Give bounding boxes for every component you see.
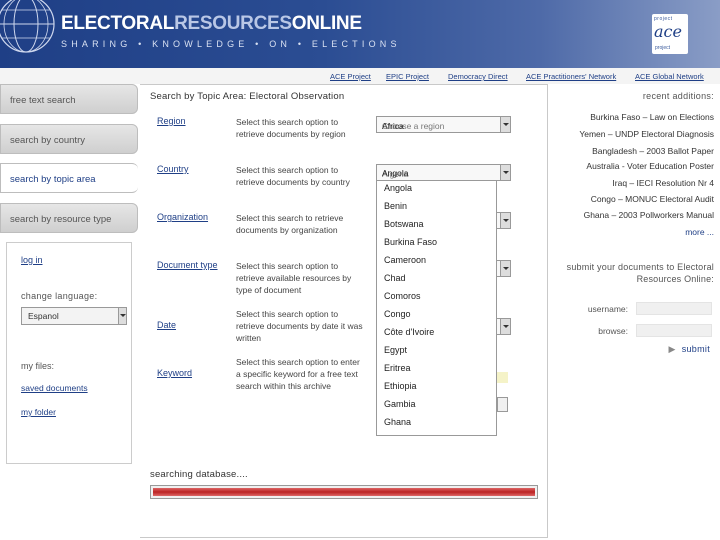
country-select-overlay: Angola bbox=[382, 168, 409, 178]
chevron-down-icon[interactable] bbox=[118, 308, 126, 324]
tab-label: free text search bbox=[10, 95, 76, 106]
search-progress-bar bbox=[150, 485, 538, 499]
change-language-label: change language: bbox=[21, 291, 98, 301]
recent-item[interactable]: Burkina Faso – Law on Elections bbox=[590, 112, 714, 122]
recent-item[interactable]: Congo – MONUC Electoral Audit bbox=[591, 194, 714, 204]
region-select-overlay: Africa bbox=[382, 121, 404, 131]
country-description: Select this search option to retrieve do… bbox=[236, 165, 350, 187]
document-type-link[interactable]: Document type bbox=[157, 260, 218, 270]
tab-search-by-resource-type[interactable]: search by resource type bbox=[0, 203, 138, 233]
browse-input[interactable] bbox=[636, 324, 712, 337]
region-description: Select this search option to retrieve do… bbox=[236, 117, 346, 139]
logo-text-main: ace bbox=[654, 22, 682, 41]
keyword-highlight bbox=[497, 372, 508, 383]
region-link[interactable]: Region bbox=[157, 116, 186, 126]
date-description: Select this search option to retrieve do… bbox=[236, 309, 363, 343]
tab-label: search by country bbox=[10, 135, 85, 146]
saved-documents-link[interactable]: saved documents bbox=[21, 383, 88, 393]
keyword-description: Select this search option to enter a spe… bbox=[236, 357, 360, 391]
search-row-region: Region Select this search option to retr… bbox=[140, 116, 548, 164]
tab-search-by-topic-area[interactable]: search by topic area bbox=[0, 163, 138, 193]
dropdown-option[interactable]: Eritrea bbox=[384, 363, 411, 373]
dropdown-option[interactable]: Angola bbox=[384, 183, 412, 193]
link-democracy-direct[interactable]: Democracy Direct bbox=[448, 72, 508, 81]
recent-item[interactable]: Bangladesh – 2003 Ballot Paper bbox=[592, 146, 714, 156]
page-title: Search by Topic Area: Electoral Observat… bbox=[150, 91, 345, 102]
recent-item[interactable]: Iraq – IECI Resolution Nr 4 bbox=[612, 178, 714, 188]
brand-part1: ELECTORAL bbox=[61, 13, 175, 34]
date-link[interactable]: Date bbox=[157, 320, 176, 330]
recent-item[interactable]: Ghana – 2003 Pollworkers Manual bbox=[584, 210, 714, 220]
organization-link[interactable]: Organization bbox=[157, 212, 208, 222]
dropdown-option[interactable]: Chad bbox=[384, 273, 406, 283]
tab-free-text-search[interactable]: free text search bbox=[0, 84, 138, 114]
right-column: recent additions: Burkina Faso – Law on … bbox=[548, 84, 720, 540]
login-link[interactable]: log in bbox=[21, 255, 43, 265]
recent-item[interactable]: Australia - Voter Education Poster bbox=[586, 161, 714, 171]
brand-part3: ONLINE bbox=[291, 13, 362, 34]
more-link[interactable]: more ... bbox=[685, 227, 714, 237]
country-dropdown-list: Angola Benin Botswana Burkina Faso Camer… bbox=[376, 180, 497, 436]
top-links-bar: ACE Project EPIC Project Democracy Direc… bbox=[0, 68, 720, 84]
document-type-description: Select this search option to retrieve av… bbox=[236, 261, 352, 295]
chevron-down-icon[interactable] bbox=[500, 165, 510, 180]
tab-search-by-country[interactable]: search by country bbox=[0, 124, 138, 154]
dropdown-option[interactable]: Congo bbox=[384, 309, 411, 319]
chevron-down-icon[interactable] bbox=[500, 213, 510, 228]
dropdown-option[interactable]: Ethiopia bbox=[384, 381, 417, 391]
dropdown-option[interactable]: Botswana bbox=[384, 219, 424, 229]
link-global-network[interactable]: ACE Global Network bbox=[635, 72, 704, 81]
progress-fill bbox=[153, 488, 535, 496]
organization-description: Select this search to retrieve documents… bbox=[236, 213, 344, 235]
dropdown-option[interactable]: Cameroon bbox=[384, 255, 426, 265]
country-select[interactable]: Algeria Angola bbox=[376, 164, 511, 181]
region-select[interactable]: Choose a region Africa bbox=[376, 116, 511, 133]
submit-documents-header: submit your documents to Electoral Resou… bbox=[566, 262, 714, 284]
dropdown-option[interactable]: Burkina Faso bbox=[384, 237, 437, 247]
globe-icon bbox=[0, 0, 55, 53]
play-arrow-icon: ▶ bbox=[668, 344, 676, 354]
username-input[interactable] bbox=[636, 302, 712, 315]
dropdown-option[interactable]: Comoros bbox=[384, 291, 421, 301]
link-epic-project[interactable]: EPIC Project bbox=[386, 72, 429, 81]
recent-item[interactable]: Yemen – UNDP Electoral Diagnosis bbox=[579, 129, 714, 139]
language-select[interactable]: Espanol bbox=[21, 307, 127, 325]
username-label: username: bbox=[587, 304, 628, 314]
my-files-label: my files: bbox=[21, 361, 55, 371]
brand-part2: RESOURCES bbox=[174, 13, 292, 34]
language-value: Espanol bbox=[28, 311, 59, 321]
chevron-down-icon[interactable] bbox=[500, 261, 510, 276]
dropdown-option[interactable]: Benin bbox=[384, 201, 407, 211]
tab-label: search by topic area bbox=[10, 174, 96, 185]
logo-text-bottom: project bbox=[655, 45, 671, 51]
keyword-search-button[interactable] bbox=[497, 397, 508, 412]
searching-status: searching database.... bbox=[150, 469, 248, 480]
site-header: ELECTORALRESOURCESONLINE SHARING • KNOWL… bbox=[0, 0, 720, 68]
dropdown-option[interactable]: Gambia bbox=[384, 399, 416, 409]
ace-logo[interactable]: project ace project bbox=[652, 14, 688, 54]
my-folder-link[interactable]: my folder bbox=[21, 407, 56, 417]
site-brand[interactable]: ELECTORALRESOURCESONLINE bbox=[61, 13, 362, 35]
dropdown-option[interactable]: Ghana bbox=[384, 417, 411, 427]
sidebar: free text search search by country searc… bbox=[0, 84, 140, 540]
link-ace-project[interactable]: ACE Project bbox=[330, 72, 371, 81]
chevron-down-icon[interactable] bbox=[500, 319, 510, 334]
submit-label: submit bbox=[681, 344, 710, 354]
dropdown-option[interactable]: Egypt bbox=[384, 345, 407, 355]
keyword-link[interactable]: Keyword bbox=[157, 368, 192, 378]
browse-label: browse: bbox=[598, 326, 628, 336]
user-panel: log in change language: Espanol my files… bbox=[6, 242, 132, 464]
dropdown-option[interactable]: Côte d'Ivoire bbox=[384, 327, 434, 337]
tab-label: search by resource type bbox=[10, 214, 112, 225]
link-practitioners-network[interactable]: ACE Practitioners' Network bbox=[526, 72, 616, 81]
recent-additions-header: recent additions: bbox=[642, 91, 714, 101]
country-link[interactable]: Country bbox=[157, 164, 189, 174]
chevron-down-icon[interactable] bbox=[500, 117, 510, 132]
tagline: SHARING • KNOWLEDGE • ON • ELECTIONS bbox=[61, 39, 401, 49]
submit-button[interactable]: ▶ submit bbox=[668, 344, 710, 355]
